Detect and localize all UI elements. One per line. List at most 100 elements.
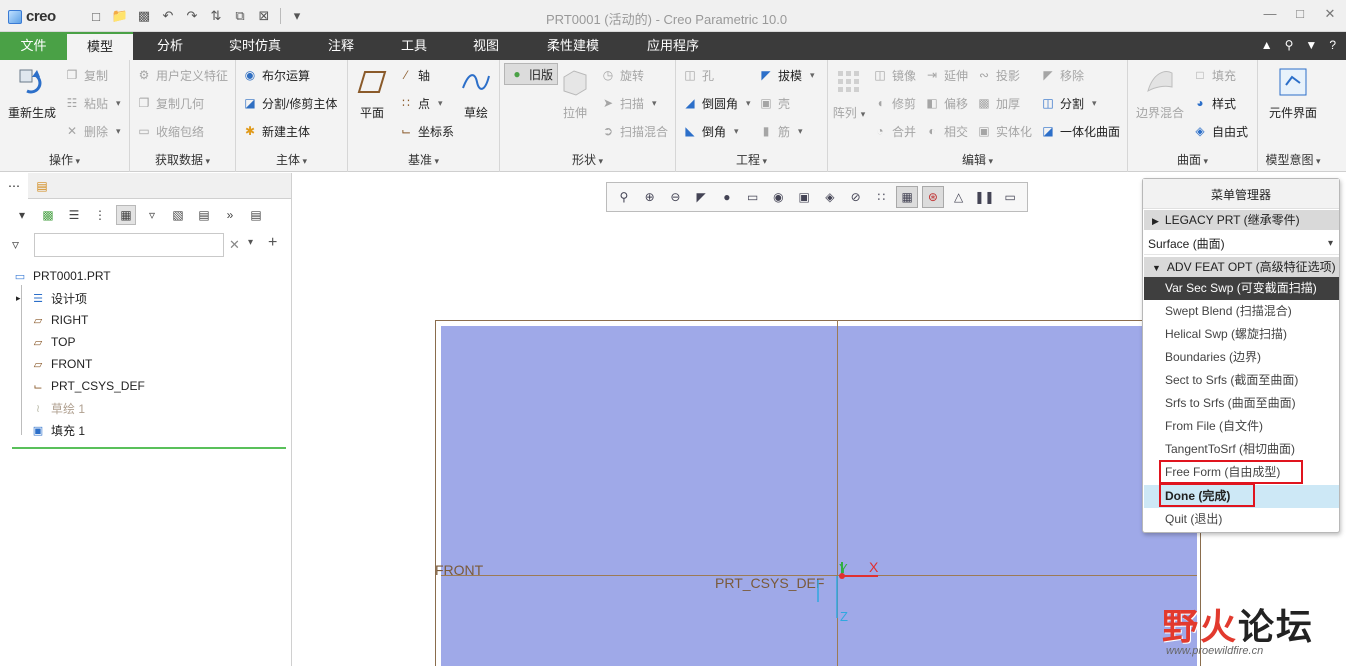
tab-live-simulation[interactable]: 实时仿真 [220, 32, 290, 60]
group-title-surfaces[interactable]: 曲面 [1128, 151, 1257, 168]
project-button[interactable]: ∾ 投影 [976, 64, 1020, 86]
menu-item-helical-swp[interactable]: Helical Swp (螺旋扫描) [1144, 323, 1339, 346]
refit-icon[interactable]: ⚲ [613, 186, 635, 208]
new-file-icon[interactable]: □ [86, 6, 106, 26]
tab-annotate[interactable]: 注释 [312, 32, 370, 60]
menu-item-boundaries[interactable]: Boundaries (边界) [1144, 346, 1339, 369]
group-title-body[interactable]: 主体 [236, 151, 347, 168]
group-title-shapes[interactable]: 形状 [500, 151, 675, 168]
remove-button[interactable]: ◤ 移除 [1040, 64, 1084, 86]
offset-button[interactable]: ◧ 偏移 [924, 92, 968, 114]
annotation-display-icon[interactable]: ⊘ [845, 186, 867, 208]
tree-item-front[interactable]: ▱ FRONT [30, 353, 93, 375]
menu-item-sect-to-srfs[interactable]: Sect to Srfs (截面至曲面) [1144, 369, 1339, 392]
tree-search-input[interactable] [34, 233, 224, 257]
tree-item-top[interactable]: ▱ TOP [30, 331, 76, 353]
more-icon[interactable]: » [220, 205, 240, 225]
zoom-in-icon[interactable]: ⊕ [639, 186, 661, 208]
menu-item-quit[interactable]: Quit (退出) [1144, 508, 1339, 531]
front-datum-label[interactable]: FRONT [435, 562, 483, 578]
tree-indent-icon[interactable]: ⋮ [90, 205, 110, 225]
show-dropdown-icon[interactable]: ▾ [12, 205, 32, 225]
view-pane-icon[interactable]: ▭ [999, 186, 1021, 208]
plane-button[interactable]: 平面 [352, 66, 392, 121]
shell-button[interactable]: ▣ 壳 [758, 92, 790, 114]
group-title-datum[interactable]: 基准 [348, 151, 499, 168]
csys-display-icon[interactable]: ⊛ [922, 186, 944, 208]
saved-orientations-icon[interactable]: ▭ [742, 186, 764, 208]
group-title-edit[interactable]: 编辑 [828, 151, 1127, 168]
menu-item-from-file[interactable]: From File (自文件) [1144, 415, 1339, 438]
group-title-model-intent[interactable]: 模型意图 [1258, 151, 1328, 168]
menu-item-swept-blend[interactable]: Swept Blend (扫描混合) [1144, 300, 1339, 323]
boundary-blend-button[interactable]: 边界混合 [1132, 66, 1188, 121]
datum-display-icon[interactable]: ∷ [871, 186, 893, 208]
paste-button[interactable]: ☷ 粘贴 [64, 92, 121, 114]
search-icon[interactable]: ⚲ [1285, 38, 1294, 52]
csys-button[interactable]: ⌙ 坐标系 [398, 120, 454, 142]
copy-button[interactable]: ❐ 复制 [64, 64, 108, 86]
maximize-icon[interactable]: □ [1292, 6, 1308, 22]
tree-columns-icon[interactable]: ▦ [116, 205, 136, 225]
graduation-cap-icon[interactable]: ▼ [1305, 38, 1317, 52]
minimize-icon[interactable]: — [1262, 6, 1278, 22]
chamfer-button[interactable]: ◣ 倒角 [682, 120, 739, 142]
open-folder-icon[interactable]: 📁 [110, 6, 130, 26]
search-options-icon[interactable]: ▾ [248, 237, 253, 248]
menu-section-legacy[interactable]: ▶ LEGACY PRT (继承零件) [1144, 210, 1339, 230]
insert-indicator[interactable] [12, 447, 286, 449]
tab-tools[interactable]: 工具 [386, 32, 442, 60]
udf-button[interactable]: ⚙ 用户定义特征 [136, 64, 228, 86]
solidify-button[interactable]: ▣ 实体化 [976, 120, 1032, 142]
tab-flexible-modeling[interactable]: 柔性建模 [536, 32, 610, 60]
draft-button[interactable]: ◤ 拔模 [758, 64, 815, 86]
tree-item-fill[interactable]: ▣ 填充 1 [30, 419, 85, 441]
revolve-button[interactable]: ◷ 旋转 [600, 64, 644, 86]
clear-search-icon[interactable]: ✕ [229, 237, 240, 253]
split-button[interactable]: ◫ 分割 [1040, 92, 1097, 114]
pause-icon[interactable]: ❚❚ [974, 186, 996, 208]
appearance-icon[interactable]: △ [948, 186, 970, 208]
thicken-button[interactable]: ▩ 加厚 [976, 92, 1020, 114]
fill-button[interactable]: □ 填充 [1192, 64, 1236, 86]
regenerate-icon[interactable]: ⇅ [206, 6, 226, 26]
tree-list-icon[interactable]: ☰ [64, 205, 84, 225]
layer-tab-icon[interactable]: ▤ [28, 173, 56, 199]
add-filter-icon[interactable]: + [268, 234, 277, 252]
point-button[interactable]: ∷ 点 [398, 92, 443, 114]
part-icon[interactable]: ▩ [38, 205, 58, 225]
tab-applications[interactable]: 应用程序 [636, 32, 710, 60]
close-window-icon[interactable]: ⊠ [254, 6, 274, 26]
new-body-button[interactable]: ✱ 新建主体 [242, 120, 310, 142]
group-title-operations[interactable]: 操作 [0, 151, 129, 168]
swept-blend-button[interactable]: ➲ 扫描混合 [600, 120, 668, 142]
tab-file[interactable]: 文件 [0, 32, 67, 60]
delete-button[interactable]: ✕ 删除 [64, 120, 121, 142]
filter-tree-icon[interactable]: ▿ [142, 205, 162, 225]
model-tree-tab-icon[interactable]: ⋯ [0, 173, 28, 199]
tree-item-right[interactable]: ▱ RIGHT [30, 309, 89, 331]
round-button[interactable]: ◢ 倒圆角 [682, 92, 751, 114]
tree-item-design-items[interactable]: ▸ ☰ 设计项 [16, 287, 87, 309]
tree-settings-icon[interactable]: ▧ [168, 205, 188, 225]
mirror-button[interactable]: ◫ 镜像 [872, 64, 916, 86]
freestyle-button[interactable]: ◈ 自由式 [1192, 120, 1248, 142]
tree-item-csys[interactable]: ⌙ PRT_CSYS_DEF [30, 375, 144, 397]
extend-button[interactable]: ⇥ 延伸 [924, 64, 968, 86]
split-trim-body-button[interactable]: ◪ 分割/修剪主体 [242, 92, 337, 114]
tree-root[interactable]: ▭ PRT0001.PRT [12, 265, 111, 287]
spin-center-icon[interactable]: ▦ [896, 186, 919, 208]
tab-model[interactable]: 模型 [67, 32, 133, 60]
close-icon[interactable]: ✕ [1322, 6, 1338, 22]
help-icon[interactable]: ? [1329, 38, 1336, 52]
menu-item-var-sec-swp[interactable]: Var Sec Swp (可变截面扫描) [1144, 277, 1339, 300]
regenerate-button[interactable]: 重新生成 [4, 66, 60, 121]
notes-icon[interactable]: ▤ [246, 205, 266, 225]
save-icon[interactable]: ▩ [134, 6, 154, 26]
tab-view[interactable]: 视图 [458, 32, 514, 60]
display-style-icon[interactable]: ● [716, 186, 738, 208]
axis-button[interactable]: ⁄ 轴 [398, 64, 430, 86]
group-title-engineering[interactable]: 工程 [676, 151, 827, 168]
redo-icon[interactable]: ↷ [182, 6, 202, 26]
copy-geometry-button[interactable]: ❐ 复制几何 [136, 92, 204, 114]
